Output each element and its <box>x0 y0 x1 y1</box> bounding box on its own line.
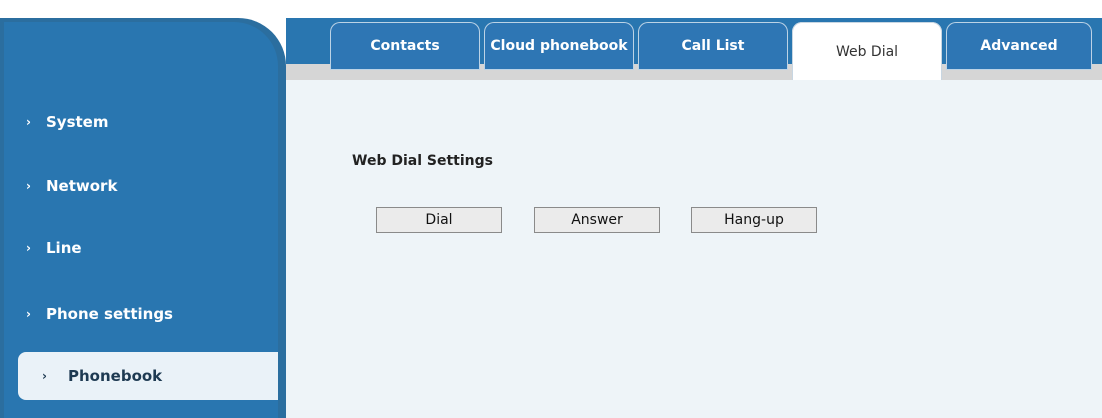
sidebar-item-label: Phonebook <box>68 367 163 385</box>
tab-label: Advanced <box>980 38 1058 54</box>
sidebar-item-label: System <box>46 113 109 131</box>
tab-call-list[interactable]: Call List <box>638 22 788 70</box>
main-content: Web Dial Settings Dial Answer Hang-up <box>286 80 1102 418</box>
sidebar-item-system[interactable]: › System <box>4 98 278 146</box>
hangup-button[interactable]: Hang-up <box>691 207 817 233</box>
sidebar-item-phonebook[interactable]: › Phonebook <box>18 352 278 400</box>
sidebar: › System › Network › Line › Phone settin… <box>0 18 286 418</box>
chevron-right-icon: › <box>26 179 31 193</box>
sidebar-item-network[interactable]: › Network <box>4 162 278 210</box>
tab-label: Cloud phonebook <box>490 38 628 54</box>
tab-label: Web Dial <box>835 44 899 60</box>
sidebar-item-phone-settings[interactable]: › Phone settings <box>4 290 278 338</box>
tab-advanced[interactable]: Advanced <box>946 22 1092 70</box>
tab-contacts[interactable]: Contacts <box>330 22 480 70</box>
dial-button[interactable]: Dial <box>376 207 502 233</box>
sidebar-item-label: Network <box>46 177 118 195</box>
sidebar-menu: › System › Network › Line › Phone settin… <box>4 22 278 418</box>
tab-label: Contacts <box>370 38 440 54</box>
chevron-right-icon: › <box>26 241 31 255</box>
sidebar-item-line[interactable]: › Line <box>4 224 278 272</box>
tab-cloud-phonebook[interactable]: Cloud phonebook <box>484 22 634 70</box>
sidebar-item-label: Line <box>46 239 82 257</box>
chevron-right-icon: › <box>26 115 31 129</box>
chevron-right-icon: › <box>26 307 31 321</box>
sidebar-item-label: Phone settings <box>46 305 173 323</box>
tab-web-dial[interactable]: Web Dial <box>792 22 942 82</box>
chevron-right-icon: › <box>42 369 47 383</box>
tab-label: Call List <box>681 38 745 54</box>
section-title: Web Dial Settings <box>352 153 493 169</box>
answer-button[interactable]: Answer <box>534 207 660 233</box>
